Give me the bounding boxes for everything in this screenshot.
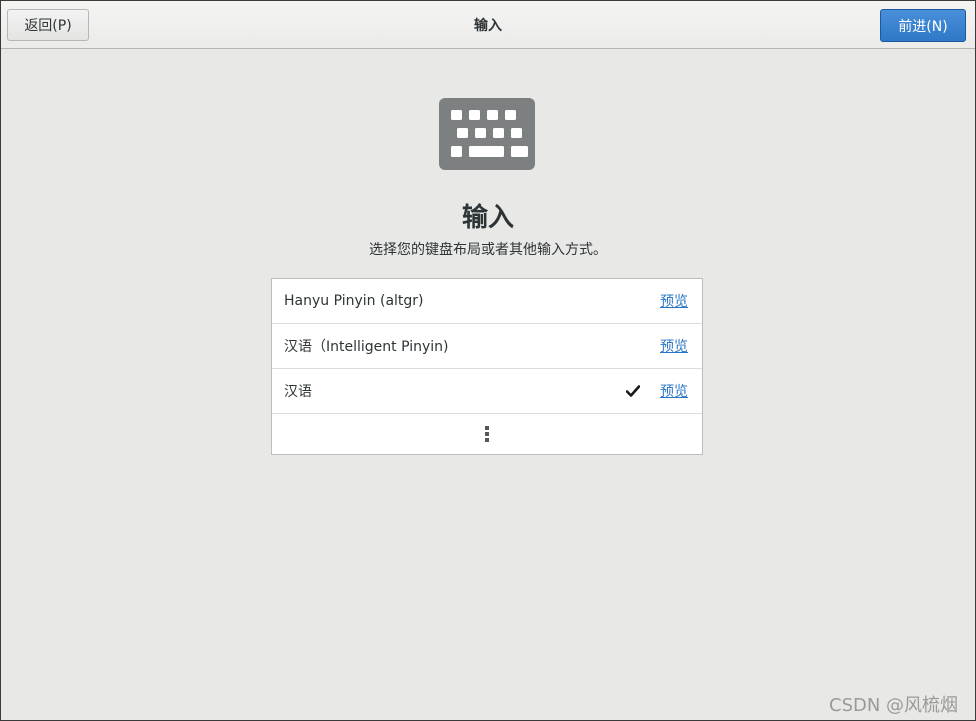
keyboard-icon (439, 98, 535, 170)
page-subtitle: 选择您的键盘布局或者其他输入方式。 (369, 242, 607, 258)
input-source-row[interactable]: Hanyu Pinyin (altgr) 预览 (272, 279, 702, 324)
page-title: 输入 (461, 203, 514, 233)
next-button[interactable]: 前进(N) (880, 9, 966, 42)
checkmark-icon (626, 385, 640, 397)
input-source-name: Hanyu Pinyin (altgr) (284, 293, 424, 309)
preview-link[interactable]: 预览 (660, 324, 688, 368)
input-source-name: 汉语（Intelligent Pinyin) (284, 339, 449, 355)
preview-link[interactable]: 预览 (660, 279, 688, 323)
header-bar: 返回(P) 输入 前进(N) (1, 1, 975, 49)
input-source-row[interactable]: 汉语 预览 (272, 369, 702, 414)
more-vertical-icon (485, 426, 489, 442)
header-title: 输入 (474, 17, 502, 34)
add-input-source-button[interactable] (272, 414, 702, 454)
preview-link[interactable]: 预览 (660, 369, 688, 413)
input-source-row[interactable]: 汉语（Intelligent Pinyin) 预览 (272, 324, 702, 369)
input-source-list: Hanyu Pinyin (altgr) 预览 汉语（Intelligent P… (271, 278, 703, 455)
input-source-name: 汉语 (284, 384, 312, 400)
back-button[interactable]: 返回(P) (7, 9, 89, 41)
watermark: CSDN @风梳烟 (829, 695, 959, 716)
installer-window: 返回(P) 输入 前进(N) 输入 选择您的键盘布局或者其他输入方式。 Hany… (0, 0, 976, 721)
